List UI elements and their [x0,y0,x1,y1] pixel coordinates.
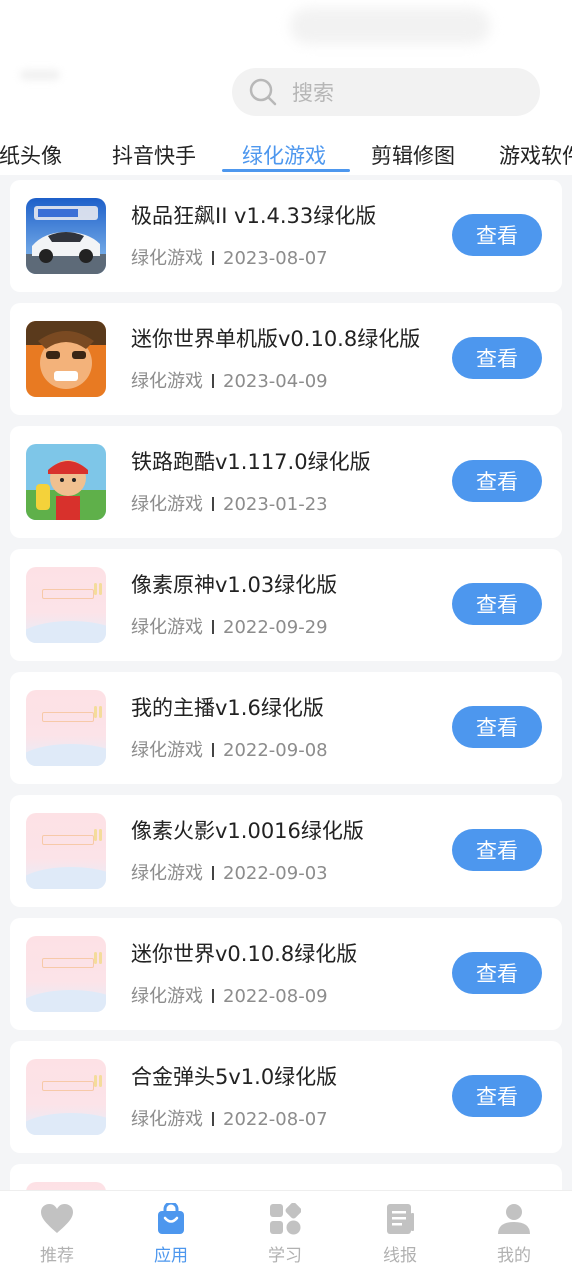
nav-profile[interactable]: 我的 [474,1201,554,1266]
item-category: 绿化游戏 [131,248,203,269]
item-title: 迷你世界单机版v0.10.8绿化版 [131,327,421,351]
status-bar-blur-left [20,70,60,80]
top-header: 搜索 壁纸头像 抖音快手 绿化游戏 剪辑修图 游戏软件 [0,0,572,175]
meta-divider [212,1112,214,1126]
item-meta: 绿化游戏 2022-09-29 [131,613,328,639]
document-icon [387,1204,414,1234]
nav-label: 学习 [268,1246,302,1266]
meta-divider [212,374,214,388]
item-category: 绿化游戏 [131,986,203,1007]
nav-label: 我的 [497,1246,531,1266]
placeholder-image-icon [26,690,106,766]
placeholder-image-icon [26,813,106,889]
meta-divider [212,497,214,511]
meta-divider [212,743,214,757]
item-category: 绿化游戏 [131,863,203,884]
user-icon [498,1204,530,1234]
search-icon [249,78,277,106]
item-meta: 绿化游戏 2023-08-07 [131,244,328,270]
placeholder-image-icon [26,1059,106,1135]
nav-apps[interactable]: 应用 [131,1201,211,1266]
nav-label: 应用 [154,1246,188,1266]
item-meta: 绿化游戏 2022-09-08 [131,736,328,762]
meta-divider [212,620,214,634]
nav-label: 推荐 [40,1246,74,1266]
meta-divider [212,866,214,880]
item-date: 2023-08-07 [223,248,328,269]
item-title: 极品狂飙II v1.4.33绿化版 [131,204,377,228]
item-title: 铁路跑酷v1.117.0绿化版 [131,450,371,474]
subway-runner-game-icon [26,444,106,520]
item-title: 我的主播v1.6绿化版 [131,696,324,720]
list-item[interactable]: 迷你世界v0.10.8绿化版 绿化游戏 2022-08-09 查看 [10,918,562,1030]
list-item[interactable]: 像素原神v1.03绿化版 绿化游戏 2022-09-29 查看 [10,549,562,661]
item-meta: 绿化游戏 2022-08-09 [131,982,328,1008]
item-category: 绿化游戏 [131,617,203,638]
view-button[interactable]: 查看 [452,214,542,256]
item-meta: 绿化游戏 2023-04-09 [131,367,328,393]
nav-learn[interactable]: 学习 [245,1201,325,1266]
item-title: 合金弹头5v1.0绿化版 [131,1065,338,1089]
item-title: 迷你世界v0.10.8绿化版 [131,942,358,966]
tab-game-software[interactable]: 游戏软件 [499,140,572,170]
nav-tips[interactable]: 线报 [360,1201,440,1266]
item-date: 2022-09-08 [223,740,328,761]
nav-recommend[interactable]: 推荐 [17,1201,97,1266]
tab-editing-retouch[interactable]: 剪辑修图 [371,140,455,170]
category-tabs: 壁纸头像 抖音快手 绿化游戏 剪辑修图 游戏软件 [0,134,572,176]
bottom-navigation: 推荐 应用 学习 线报 我的 [0,1190,572,1280]
item-category: 绿化游戏 [131,1109,203,1130]
grid-apps-icon [270,1203,301,1235]
nav-label: 线报 [383,1246,417,1266]
meta-divider [212,989,214,1003]
placeholder-image-icon [26,567,106,643]
list-item[interactable]: 合金弹头5v1.0绿化版 绿化游戏 2022-08-07 查看 [10,1041,562,1153]
tab-green-games[interactable]: 绿化游戏 [242,140,326,170]
list-item[interactable]: 迷你世界单机版v0.10.8绿化版 绿化游戏 2023-04-09 查看 [10,303,562,415]
car-racing-game-icon [26,198,106,274]
item-date: 2022-08-09 [223,986,328,1007]
placeholder-image-icon [26,936,106,1012]
active-tab-indicator [222,169,350,172]
meta-divider [212,251,214,265]
item-date: 2022-09-03 [223,863,328,884]
tab-douyin-kuaishou[interactable]: 抖音快手 [112,140,196,170]
item-meta: 绿化游戏 2023-01-23 [131,490,328,516]
view-button[interactable]: 查看 [452,1075,542,1117]
item-category: 绿化游戏 [131,371,203,392]
item-meta: 绿化游戏 2022-09-03 [131,859,328,885]
cartoon-character-game-icon [26,321,106,397]
view-button[interactable]: 查看 [452,952,542,994]
heart-icon [41,1204,73,1233]
view-button[interactable]: 查看 [452,829,542,871]
view-button[interactable]: 查看 [452,460,542,502]
search-placeholder: 搜索 [292,81,334,105]
view-button[interactable]: 查看 [452,583,542,625]
item-date: 2023-04-09 [223,371,328,392]
list-item[interactable]: 我的主播v1.6绿化版 绿化游戏 2022-09-08 查看 [10,672,562,784]
item-date: 2022-08-07 [223,1109,328,1130]
search-bar[interactable]: 搜索 [232,68,540,116]
item-date: 2022-09-29 [223,617,328,638]
view-button[interactable]: 查看 [452,337,542,379]
list-item[interactable]: 像素火影v1.0016绿化版 绿化游戏 2022-09-03 查看 [10,795,562,907]
shopping-bag-icon [158,1203,184,1234]
item-date: 2023-01-23 [223,494,328,515]
item-category: 绿化游戏 [131,494,203,515]
item-title: 像素火影v1.0016绿化版 [131,819,364,843]
item-meta: 绿化游戏 2022-08-07 [131,1105,328,1131]
item-title: 像素原神v1.03绿化版 [131,573,338,597]
view-button[interactable]: 查看 [452,706,542,748]
list-item[interactable]: 极品狂飙II v1.4.33绿化版 绿化游戏 2023-08-07 查看 [10,180,562,292]
list-item[interactable]: 铁路跑酷v1.117.0绿化版 绿化游戏 2023-01-23 查看 [10,426,562,538]
item-category: 绿化游戏 [131,740,203,761]
tab-wallpaper-avatar[interactable]: 壁纸头像 [0,140,62,170]
status-bar-blur [290,8,490,44]
